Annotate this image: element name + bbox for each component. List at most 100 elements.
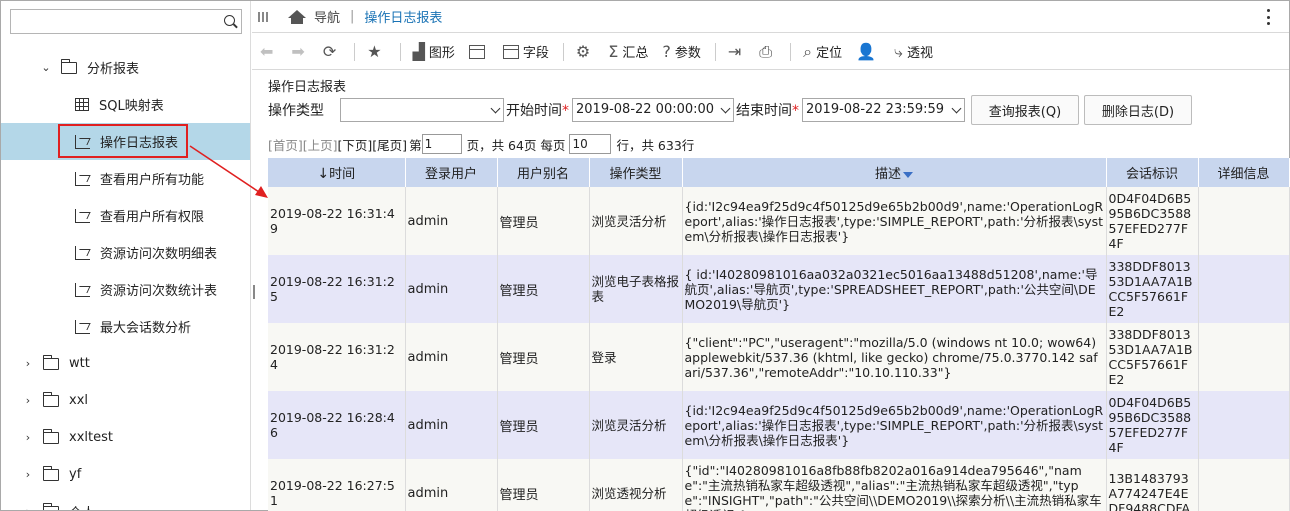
delete-log-button[interactable]: 删除日志(D) [1084, 95, 1192, 125]
tree-item-label: 资源访问次数统计表 [100, 284, 218, 299]
fields-button-label: 字段 [522, 46, 549, 61]
column-header-time[interactable]: ↓时间 [268, 158, 406, 187]
column-header-user[interactable]: 登录用户 [405, 158, 498, 187]
settings-button[interactable]: ⚙ [576, 40, 594, 64]
locate-button[interactable]: ⌕ 定位 [803, 40, 842, 64]
cell-description: {id:'I2c94ea9f25d9c4f50125d9e65b2b00d9',… [682, 187, 1107, 255]
cell-detail[interactable] [1198, 391, 1290, 459]
cell-detail[interactable] [1198, 459, 1290, 511]
tree-item-resource-access-detail[interactable]: 资源访问次数明细表 [1, 234, 250, 271]
cell-user: admin [405, 459, 498, 511]
folder-icon [42, 354, 59, 370]
cell-detail[interactable] [1198, 255, 1290, 323]
page-number-input[interactable]: 1 [421, 134, 462, 154]
fields-button[interactable]: 字段 [502, 40, 549, 64]
table-row[interactable]: 2019-08-22 16:31:49 admin 管理员 浏览灵活分析 {id… [268, 187, 1290, 255]
collapse-panel-icon[interactable] [258, 11, 268, 22]
chevron-right-icon[interactable]: › [23, 468, 33, 481]
search-icon[interactable] [224, 15, 235, 26]
op-type-select[interactable] [340, 98, 504, 122]
start-time-value: 2019-08-22 00:00:00 [576, 102, 715, 117]
tree-item-sql-mapping[interactable]: SQL映射表 [1, 86, 250, 123]
start-time-select[interactable]: 2019-08-22 00:00:00 [572, 98, 734, 122]
folder-icon [42, 465, 59, 481]
table-row[interactable]: 2019-08-22 16:27:51 admin 管理员 浏览透视分析 {"i… [268, 459, 1290, 511]
column-header-description[interactable]: 描述 [682, 158, 1107, 187]
query-report-button[interactable]: 查询报表(Q) [971, 95, 1079, 125]
tree-item-label: wtt [69, 356, 90, 371]
page-prefix: 第 [409, 137, 422, 153]
tree-item-label: xxl [69, 393, 88, 408]
gear-icon: ⚙ [575, 42, 591, 61]
toolbar-divider [562, 42, 564, 61]
cell-detail[interactable] [1198, 187, 1290, 255]
params-button[interactable]: ? 参数 [662, 40, 701, 64]
chevron-right-icon[interactable]: › [23, 394, 33, 407]
last-page-link[interactable]: [尾页] [372, 135, 407, 154]
chevron-down-icon[interactable]: ⌄ [41, 61, 51, 74]
prev-page-link[interactable]: [上页] [303, 135, 338, 154]
forward-button[interactable]: ➡ [291, 40, 308, 64]
tree-item-analysis-reports[interactable]: ⌄ 分析报表 [1, 49, 250, 86]
chevron-right-icon[interactable]: › [23, 431, 33, 444]
column-header-detail[interactable]: 详细信息 [1198, 158, 1290, 187]
tree-item-label: 资源访问次数明细表 [100, 247, 218, 262]
tree-item-yf[interactable]: › yf [1, 456, 250, 493]
pivot-button[interactable]: ⤷ 透视 [894, 40, 933, 64]
table-icon [75, 98, 89, 111]
summary-button[interactable]: Σ 汇总 [608, 40, 648, 64]
chevron-right-icon[interactable]: › [23, 357, 33, 370]
filter-row: 操作类型 开始时间* 2019-08-22 00:00:00 结束时间* 201… [268, 95, 1192, 125]
breadcrumb-nav[interactable]: 导航 [314, 7, 340, 26]
column-header-session[interactable]: 会话标识 [1106, 158, 1199, 187]
chevron-right-icon[interactable]: › [23, 505, 33, 510]
chart-button[interactable]: ▟ 图形 [413, 40, 455, 64]
rows-per-page-input[interactable]: 10 [569, 134, 612, 154]
report-toolbar: ⬅ ➡ ⟳ ★ ▟ 图形 字段 ⚙ Σ 汇总 ? 参数 ⇥ ⎙ ⌕ 定位 👤 ⤷ 透视 [252, 34, 1289, 70]
tree-item-label: 查看用户所有功能 [100, 173, 205, 188]
favorite-button[interactable]: ★ [367, 40, 385, 64]
panel-splitter[interactable] [253, 285, 255, 299]
tree-item-resource-access-stats[interactable]: 资源访问次数统计表 [1, 271, 250, 308]
tree-item-xxltest[interactable]: › xxltest [1, 419, 250, 456]
next-page-link[interactable]: [下页] [338, 135, 373, 154]
start-time-label: 开始时间* [506, 100, 569, 120]
tree-item-xxl[interactable]: › xxl [1, 382, 250, 419]
table-row[interactable]: 2019-08-22 16:31:24 admin 管理员 登录 {"clien… [268, 323, 1290, 391]
cell-time: 2019-08-22 16:28:46 [268, 391, 406, 459]
locate-button-label: 定位 [816, 46, 843, 61]
required-mark: * [562, 103, 569, 119]
table-row[interactable]: 2019-08-22 16:28:46 admin 管理员 浏览灵活分析 {id… [268, 391, 1290, 459]
refresh-button[interactable]: ⟳ [323, 40, 340, 64]
end-time-select[interactable]: 2019-08-22 23:59:59 [802, 98, 965, 122]
start-time-label-text: 开始时间 [506, 103, 562, 119]
chart-button-label: 图形 [428, 46, 455, 61]
tree-item-user-functions[interactable]: 查看用户所有功能 [1, 160, 250, 197]
sort-desc-icon [903, 171, 913, 178]
tree-item-user-permissions[interactable]: 查看用户所有权限 [1, 197, 250, 234]
breadcrumb-current[interactable]: 操作日志报表 [364, 7, 442, 26]
cell-op-type: 浏览电子表格报表 [589, 255, 683, 323]
print-button[interactable]: ⎙ [759, 40, 776, 64]
back-button[interactable]: ⬅ [260, 40, 277, 64]
cell-detail[interactable] [1198, 323, 1290, 391]
line-chart-icon [75, 282, 90, 297]
table-header-row: ↓时间 登录用户 用户别名 操作类型 描述 会话标识 详细信息 [268, 158, 1290, 187]
more-options-icon[interactable] [1267, 9, 1271, 25]
user-settings-button[interactable]: 👤 [856, 40, 880, 64]
tree-item-wtt[interactable]: › wtt [1, 345, 250, 382]
column-header-alias[interactable]: 用户别名 [497, 158, 590, 187]
column-header-op-type[interactable]: 操作类型 [589, 158, 683, 187]
export-button[interactable]: ⇥ [728, 40, 745, 64]
help-icon: ? [662, 42, 671, 61]
tree-item-label: xxltest [69, 430, 113, 445]
table-row[interactable]: 2019-08-22 16:31:25 admin 管理员 浏览电子表格报表 {… [268, 255, 1290, 323]
first-page-link[interactable]: [首页] [268, 135, 303, 154]
tree-item-max-sessions[interactable]: 最大会话数分析 [1, 308, 250, 345]
home-icon[interactable] [288, 9, 306, 24]
tree-item-personal[interactable]: › 个人 [1, 493, 250, 510]
tree-item-label: 分析报表 [87, 62, 140, 77]
report-title: 操作日志报表 [268, 80, 347, 95]
layout-button[interactable] [468, 40, 489, 64]
tree-search-input[interactable] [10, 9, 242, 34]
